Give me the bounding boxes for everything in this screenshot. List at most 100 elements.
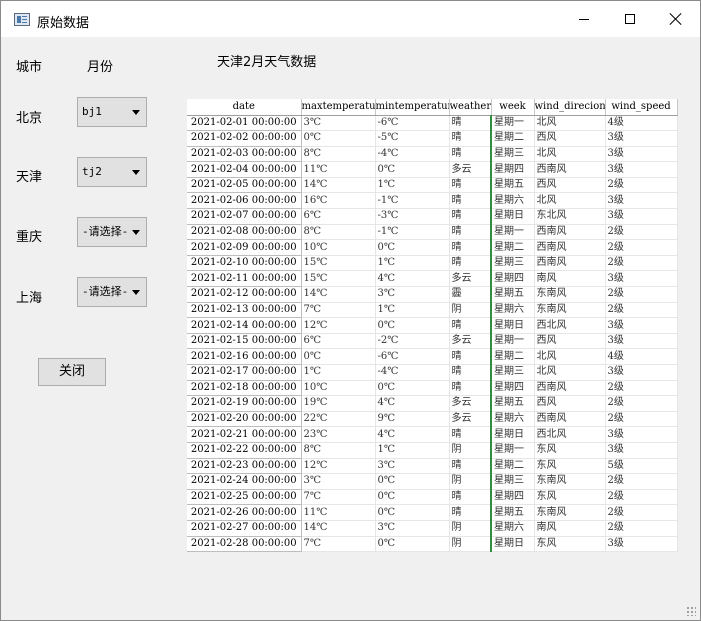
column-header-date[interactable]: date <box>187 99 302 116</box>
table-cell-date[interactable]: 2021-02-10 00:00:00 <box>187 255 302 272</box>
table-cell-wind-direcion[interactable]: 南风 <box>534 270 606 288</box>
table-row[interactable]: 2021-02-09 00:00:00 10℃ 0℃ 晴星期二 西南风 2级 <box>187 239 678 256</box>
table-cell-maxtemperature[interactable]: 14℃ <box>301 520 376 537</box>
table-cell-maxtemperature[interactable]: 6℃ <box>301 333 376 350</box>
table-cell-mintemperature[interactable]: 0℃ <box>375 161 450 178</box>
table-cell-maxtemperature[interactable]: 15℃ <box>301 270 376 288</box>
table-cell-maxtemperature[interactable]: 12℃ <box>301 458 376 475</box>
table-cell-maxtemperature[interactable]: 23℃ <box>301 426 376 443</box>
table-cell-mintemperature[interactable]: 1℃ <box>375 302 450 319</box>
table-cell-wind-direcion[interactable]: 东风 <box>534 536 606 553</box>
table-cell-date[interactable]: 2021-02-07 00:00:00 <box>187 208 302 225</box>
table-cell-weather[interactable]: 晴 <box>449 177 492 194</box>
table-cell-week[interactable]: 星期二 <box>490 239 535 256</box>
table-cell-week[interactable]: 星期六 <box>490 520 535 537</box>
table-cell-wind-direcion[interactable]: 东南风 <box>534 302 606 319</box>
table-row[interactable]: 2021-02-10 00:00:00 15℃ 1℃ 晴星期三 西南风 2级 <box>187 255 678 272</box>
table-cell-date[interactable]: 2021-02-02 00:00:00 <box>187 130 302 147</box>
table-cell-wind-direcion[interactable]: 西北风 <box>534 317 606 334</box>
table-cell-week[interactable]: 星期二 <box>490 130 535 147</box>
table-cell-wind-direcion[interactable]: 东风 <box>534 442 606 459</box>
table-cell-wind-direcion[interactable]: 北风 <box>534 348 606 365</box>
table-cell-wind-direcion[interactable]: 东南风 <box>534 286 606 303</box>
table-cell-date[interactable]: 2021-02-09 00:00:00 <box>187 239 302 256</box>
table-cell-week[interactable]: 星期一 <box>490 224 535 241</box>
table-cell-maxtemperature[interactable]: 12℃ <box>301 317 376 334</box>
table-row[interactable]: 2021-02-12 00:00:00 14℃ 3℃ 霾星期五 东南风 2级 <box>187 286 678 303</box>
table-cell-wind-direcion[interactable]: 北风 <box>534 115 606 132</box>
table-cell-week[interactable]: 星期四 <box>490 270 535 288</box>
table-cell-date[interactable]: 2021-02-22 00:00:00 <box>187 442 302 459</box>
table-cell-maxtemperature[interactable]: 11℃ <box>301 504 376 521</box>
table-cell-maxtemperature[interactable]: 1℃ <box>301 364 376 381</box>
table-cell-maxtemperature[interactable]: 7℃ <box>301 302 376 319</box>
table-cell-maxtemperature[interactable]: 11℃ <box>301 161 376 178</box>
table-cell-mintemperature[interactable]: 0℃ <box>375 380 450 397</box>
table-row[interactable]: 2021-02-02 00:00:00 0℃ -5℃ 晴星期二 西风 3级 <box>187 130 678 147</box>
table-cell-week[interactable]: 星期一 <box>490 333 535 350</box>
table-cell-wind-speed[interactable]: 2级 <box>605 239 678 256</box>
table-cell-week[interactable]: 星期六 <box>490 411 535 428</box>
table-cell-date[interactable]: 2021-02-21 00:00:00 <box>187 426 302 443</box>
table-cell-maxtemperature[interactable]: 3℃ <box>301 473 376 490</box>
table-row[interactable]: 2021-02-08 00:00:00 8℃ -1℃ 晴星期一 西南风 2级 <box>187 224 678 241</box>
table-cell-mintemperature[interactable]: 0℃ <box>375 317 450 334</box>
table-cell-date[interactable]: 2021-02-05 00:00:00 <box>187 177 302 194</box>
table-cell-weather[interactable]: 多云 <box>449 333 492 350</box>
table-cell-wind-direcion[interactable]: 西北风 <box>534 426 606 443</box>
table-cell-week[interactable]: 星期日 <box>490 536 535 553</box>
maximize-button[interactable] <box>607 1 653 37</box>
table-cell-maxtemperature[interactable]: 22℃ <box>301 411 376 428</box>
table-cell-date[interactable]: 2021-02-20 00:00:00 <box>187 411 302 428</box>
table-cell-maxtemperature[interactable]: 0℃ <box>301 130 376 147</box>
table-cell-maxtemperature[interactable]: 8℃ <box>301 146 376 163</box>
table-cell-wind-speed[interactable]: 2级 <box>605 380 678 397</box>
table-cell-week[interactable]: 星期五 <box>490 504 535 521</box>
table-cell-wind-direcion[interactable]: 南风 <box>534 520 606 537</box>
table-cell-wind-speed[interactable]: 3级 <box>605 270 678 288</box>
table-cell-weather[interactable]: 阴 <box>449 536 492 553</box>
table-row[interactable]: 2021-02-26 00:00:00 11℃ 0℃ 晴星期五 东南风 2级 <box>187 504 678 521</box>
table-cell-week[interactable]: 星期日 <box>490 208 535 225</box>
column-header-maxtemperature[interactable]: maxtemperature <box>301 99 376 116</box>
table-row[interactable]: 2021-02-20 00:00:00 22℃ 9℃ 多云 星期六 西南风 2级 <box>187 411 678 428</box>
table-cell-week[interactable]: 星期日 <box>490 426 535 443</box>
close-window-button[interactable] <box>653 1 699 37</box>
table-cell-mintemperature[interactable]: 3℃ <box>375 286 450 303</box>
close-button[interactable]: 关闭 <box>38 358 106 386</box>
table-cell-wind-direcion[interactable]: 西南风 <box>534 239 606 256</box>
table-cell-weather[interactable]: 晴 <box>449 224 492 241</box>
table-cell-date[interactable]: 2021-02-12 00:00:00 <box>187 286 302 303</box>
table-cell-date[interactable]: 2021-02-06 00:00:00 <box>187 192 302 210</box>
tianjin-month-select[interactable]: tj2 <box>77 157 147 187</box>
table-cell-weather[interactable]: 晴 <box>449 255 492 272</box>
table-row[interactable]: 2021-02-21 00:00:00 23℃ 4℃ 晴星期日 西北风 3级 <box>187 426 678 443</box>
table-cell-weather[interactable]: 晴 <box>449 317 492 334</box>
table-cell-maxtemperature[interactable]: 3℃ <box>301 115 376 132</box>
table-cell-date[interactable]: 2021-02-18 00:00:00 <box>187 380 302 397</box>
table-cell-weather[interactable]: 多云 <box>449 161 492 178</box>
table-cell-maxtemperature[interactable]: 14℃ <box>301 177 376 194</box>
table-cell-weather[interactable]: 多云 <box>449 411 492 428</box>
table-cell-weather[interactable]: 阴 <box>449 473 492 490</box>
table-cell-wind-direcion[interactable]: 西南风 <box>534 255 606 272</box>
table-cell-mintemperature[interactable]: 3℃ <box>375 458 450 475</box>
table-cell-mintemperature[interactable]: -6℃ <box>375 115 450 132</box>
table-cell-wind-direcion[interactable]: 西南风 <box>534 161 606 178</box>
minimize-button[interactable] <box>561 1 607 37</box>
table-cell-date[interactable]: 2021-02-27 00:00:00 <box>187 520 302 537</box>
table-cell-mintemperature[interactable]: 4℃ <box>375 426 450 443</box>
table-row[interactable]: 2021-02-28 00:00:00 7℃ 0℃ 阴星期日 东风 3级 <box>187 536 678 553</box>
table-row[interactable]: 2021-02-17 00:00:00 1℃ -4℃ 晴星期三 北风 3级 <box>187 364 678 381</box>
table-row[interactable]: 2021-02-16 00:00:00 0℃ -6℃ 晴星期二 北风 4级 <box>187 348 678 365</box>
table-cell-wind-speed[interactable]: 3级 <box>605 161 678 178</box>
table-cell-wind-speed[interactable]: 3级 <box>605 333 678 350</box>
table-cell-maxtemperature[interactable]: 16℃ <box>301 192 376 210</box>
table-cell-wind-direcion[interactable]: 西风 <box>534 333 606 350</box>
table-cell-wind-direcion[interactable]: 西风 <box>534 177 606 194</box>
table-cell-weather[interactable]: 霾 <box>449 286 492 303</box>
table-row[interactable]: 2021-02-22 00:00:00 8℃ 1℃ 阴星期一 东风 3级 <box>187 442 678 459</box>
table-cell-date[interactable]: 2021-02-04 00:00:00 <box>187 161 302 178</box>
table-cell-week[interactable]: 星期三 <box>490 255 535 272</box>
shanghai-month-select[interactable]: -请选择- <box>77 277 147 307</box>
